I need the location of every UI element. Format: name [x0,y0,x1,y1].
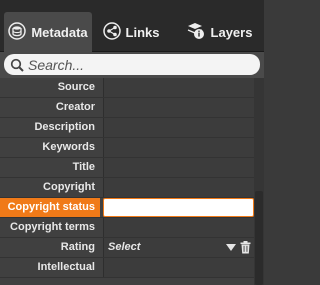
field-value-input[interactable] [103,198,254,217]
field-value-input[interactable] [103,258,254,277]
search-bar [0,52,264,78]
scrollbar-thumb[interactable] [255,191,263,285]
field-value-input[interactable] [103,218,254,237]
tab-layers[interactable]: Layers [178,12,260,52]
tab-links[interactable]: Links [96,12,166,52]
tab-layers-label: Layers [210,24,253,40]
field-value-input[interactable] [103,138,254,157]
tab-links-label: Links [125,24,160,40]
field-value-input[interactable] [103,118,254,137]
field-value-input[interactable] [103,98,254,117]
rating-select[interactable]: Select [103,238,254,257]
database-icon [8,21,27,43]
field-row-copyright-terms: Copyright terms [0,218,254,238]
field-row-description: Description [0,118,254,138]
share-icon [102,21,121,43]
field-label: Description [0,118,100,137]
layers-icon [186,22,206,43]
rating-select-value: Select [108,241,141,253]
field-label: Title [0,158,100,177]
field-label: Keywords [0,138,100,157]
field-label: Copyright terms [0,218,100,237]
search-input[interactable] [28,56,248,73]
field-label: Copyright [0,178,100,197]
field-label: Rating [0,238,100,257]
field-row-intellectual: Intellectual [0,258,254,278]
metadata-field-list: Source Creator Description Keywords Titl… [0,78,264,285]
field-label: Creator [0,98,100,117]
field-row-creator: Creator [0,98,254,118]
field-value-input[interactable] [103,78,254,97]
field-label: Source [0,78,100,97]
panel-tab-bar: Metadata Links Layers [0,0,264,52]
dropdown-arrow-icon[interactable] [226,244,236,251]
field-value-input[interactable] [103,158,254,177]
field-label: Copyright status [0,198,100,217]
field-label: Intellectual [0,258,100,277]
tab-metadata-label: Metadata [31,24,88,40]
field-row-rating: Rating Select [0,238,254,258]
field-row-source: Source [0,78,254,98]
field-row-title: Title [0,158,254,178]
trash-icon[interactable] [240,241,251,254]
search-box [4,54,260,75]
tab-metadata[interactable]: Metadata [4,12,92,52]
field-row-copyright-status: Copyright status [0,198,254,218]
scrollbar[interactable] [254,78,264,285]
field-row-keywords: Keywords [0,138,254,158]
field-value-input[interactable] [103,178,254,197]
field-row-copyright: Copyright [0,178,254,198]
search-icon [10,58,24,72]
